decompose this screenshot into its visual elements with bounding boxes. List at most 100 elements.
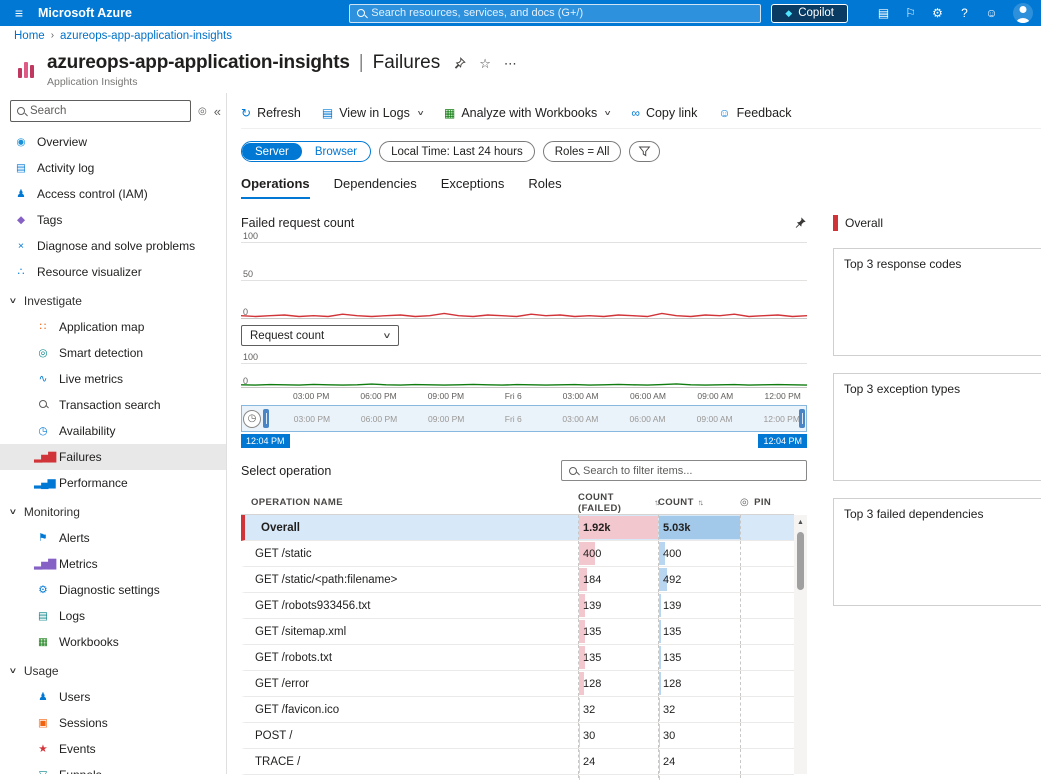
operation-row[interactable]: GET /static 400 400 (241, 541, 794, 567)
operation-row[interactable]: GET /sitemap.xml 135 135 (241, 619, 794, 645)
time-range-pill[interactable]: Local Time: Last 24 hours (379, 141, 535, 162)
sidebar-search[interactable] (10, 100, 191, 122)
column-pin[interactable]: ◎ PIN (740, 497, 794, 508)
command-refresh[interactable]: ↻ Refresh (241, 106, 301, 120)
operation-filter-search[interactable] (561, 460, 807, 481)
pin-cell[interactable] (740, 515, 794, 540)
pin-cell[interactable] (740, 541, 794, 566)
sidebar-group-monitoring[interactable]: ∨ Monitoring (0, 498, 226, 525)
brush-handle-left[interactable] (263, 409, 269, 428)
operation-row[interactable]: GET /error 128 128 (241, 671, 794, 697)
sidebar-collapse-icon[interactable]: « (214, 104, 221, 119)
favorite-star-icon[interactable]: ☆ (479, 57, 491, 70)
azure-brand[interactable]: Microsoft Azure (38, 6, 132, 20)
more-options-icon[interactable]: ⋯ (504, 57, 517, 70)
request-count-line (241, 383, 807, 386)
time-brush[interactable]: ◷ 03:00 PM 06:00 PM 09:00 PM Fri 6 03:00 AM 0… (241, 405, 807, 432)
column-operation-name[interactable]: OPERATION NAME (241, 497, 578, 508)
sidebar-options-icon[interactable]: ◎ (198, 106, 207, 117)
settings-gear-icon[interactable]: ⚙ (924, 6, 951, 20)
scroll-up-icon[interactable]: ▲ (794, 515, 807, 529)
sidebar-search-input[interactable] (30, 105, 184, 117)
global-search-input[interactable] (371, 7, 754, 19)
pin-cell[interactable] (740, 645, 794, 670)
metric-dropdown[interactable]: Request count ∨ (241, 325, 399, 346)
toggle-browser[interactable]: Browser (302, 143, 370, 160)
copilot-button[interactable]: ◆ Copilot (771, 3, 848, 23)
sidebar-item-sessions[interactable]: ▣ Sessions (0, 710, 226, 736)
toggle-server[interactable]: Server (242, 143, 302, 160)
global-search[interactable] (349, 3, 762, 23)
sidebar-item-activity-log[interactable]: ▤ Activity log (0, 155, 226, 181)
operation-row[interactable]: GET /favicon.ico 32 32 (241, 697, 794, 723)
sidebar-item-funnels[interactable]: ▽ Funnels (0, 762, 226, 774)
tab-operations[interactable]: Operations (241, 176, 310, 199)
pin-cell[interactable] (740, 775, 794, 780)
pin-cell[interactable] (740, 723, 794, 748)
sidebar-item-access-control-iam[interactable]: ♟ Access control (IAM) (0, 181, 226, 207)
sidebar-item-events[interactable]: ★ Events (0, 736, 226, 762)
sidebar-item-users[interactable]: ♟ Users (0, 684, 226, 710)
column-count-failed[interactable]: COUNT (FAILED) ↑↓ (578, 492, 660, 514)
sidebar-item-performance[interactable]: ▂▄▆ Performance (0, 470, 226, 496)
account-avatar[interactable] (1013, 3, 1033, 23)
command-copy-link[interactable]: ∞ Copy link (631, 106, 697, 120)
table-scrollbar[interactable]: ▲ (794, 515, 807, 774)
brush-clock-icon[interactable]: ◷ (243, 409, 261, 428)
sidebar-item-overview[interactable]: ◉ Overview (0, 129, 226, 155)
operation-row[interactable]: GET /robots.txt 135 135 (241, 645, 794, 671)
sidebar-item-workbooks[interactable]: ▦ Workbooks (0, 629, 226, 655)
hamburger-menu-icon[interactable]: ≡ (0, 5, 38, 21)
operation-row[interactable]: POST / 30 30 (241, 723, 794, 749)
roles-pill[interactable]: Roles = All (542, 141, 622, 162)
pin-cell[interactable] (740, 671, 794, 696)
pin-cell[interactable] (740, 593, 794, 618)
command-feedback[interactable]: ☺ Feedback (718, 106, 791, 120)
help-icon[interactable]: ? (951, 6, 978, 20)
pin-cell[interactable] (740, 567, 794, 592)
sidebar-item-transaction-search[interactable]: Transaction search (0, 392, 226, 418)
sidebar-item-label: Smart detection (59, 346, 144, 360)
feedback-smiley-icon[interactable]: ☺ (978, 6, 1005, 20)
sidebar-item-diagnose-and-solve-problems[interactable]: × Diagnose and solve problems (0, 233, 226, 259)
cloud-shell-icon[interactable]: ▤ (870, 6, 897, 20)
operation-row[interactable]: Overall 1.92k 5.03k (241, 515, 794, 541)
sidebar-item-alerts[interactable]: ⚑ Alerts (0, 525, 226, 551)
sidebar-item-failures[interactable]: ▂▅▇ Failures (0, 444, 226, 470)
sidebar-group-usage[interactable]: ∨ Usage (0, 657, 226, 684)
command-view-in-logs[interactable]: ▤ View in Logs ∨ (322, 106, 425, 120)
sidebar-item-smart-detection[interactable]: ◎ Smart detection (0, 340, 226, 366)
sidebar-item-diagnostic-settings[interactable]: ⚙ Diagnostic settings (0, 577, 226, 603)
notifications-icon[interactable]: ⚐ (897, 6, 924, 20)
operation-row[interactable]: GET /trace.axd1414 (241, 775, 794, 780)
pin-cell[interactable] (740, 697, 794, 722)
pin-all-icon[interactable]: ◎ (740, 497, 749, 508)
sidebar-item-resource-visualizer[interactable]: ∴ Resource visualizer (0, 259, 226, 285)
breadcrumb-home[interactable]: Home (14, 30, 45, 42)
sidebar-item-live-metrics[interactable]: ∿ Live metrics (0, 366, 226, 392)
tab-dependencies[interactable]: Dependencies (334, 176, 417, 199)
sidebar-item-logs[interactable]: ▤ Logs (0, 603, 226, 629)
scrollbar-thumb[interactable] (797, 532, 804, 590)
operation-row[interactable]: TRACE / 24 24 (241, 749, 794, 775)
breadcrumb-current[interactable]: azureops-app-application-insights (60, 30, 232, 42)
sidebar-item-tags[interactable]: ◆ Tags (0, 207, 226, 233)
operation-row[interactable]: GET /robots933456.txt 139 139 (241, 593, 794, 619)
sidebar-item-availability[interactable]: ◷ Availability (0, 418, 226, 444)
pin-cell[interactable] (740, 749, 794, 774)
sidebar-item-application-map[interactable]: ∷ Application map (0, 314, 226, 340)
add-filter-button[interactable] (629, 141, 661, 162)
operation-filter-input[interactable] (583, 464, 799, 477)
pin-icon[interactable] (453, 56, 466, 70)
pin-chart-icon[interactable] (793, 216, 807, 230)
command-analyze-with-workbooks[interactable]: ▦ Analyze with Workbooks ∨ (444, 106, 612, 120)
tab-exceptions[interactable]: Exceptions (441, 176, 505, 199)
sidebar-group-investigate[interactable]: ∨ Investigate (0, 287, 226, 314)
operation-row[interactable]: GET /static/<path:filename> 184 492 (241, 567, 794, 593)
tab-roles[interactable]: Roles (528, 176, 561, 199)
sidebar-item-metrics[interactable]: ▂▅▇ Metrics (0, 551, 226, 577)
pin-cell[interactable] (740, 619, 794, 644)
column-count[interactable]: COUNT ↑↓ (658, 497, 740, 508)
failed-value: 135 (583, 651, 602, 664)
brush-handle-right[interactable] (799, 409, 805, 428)
